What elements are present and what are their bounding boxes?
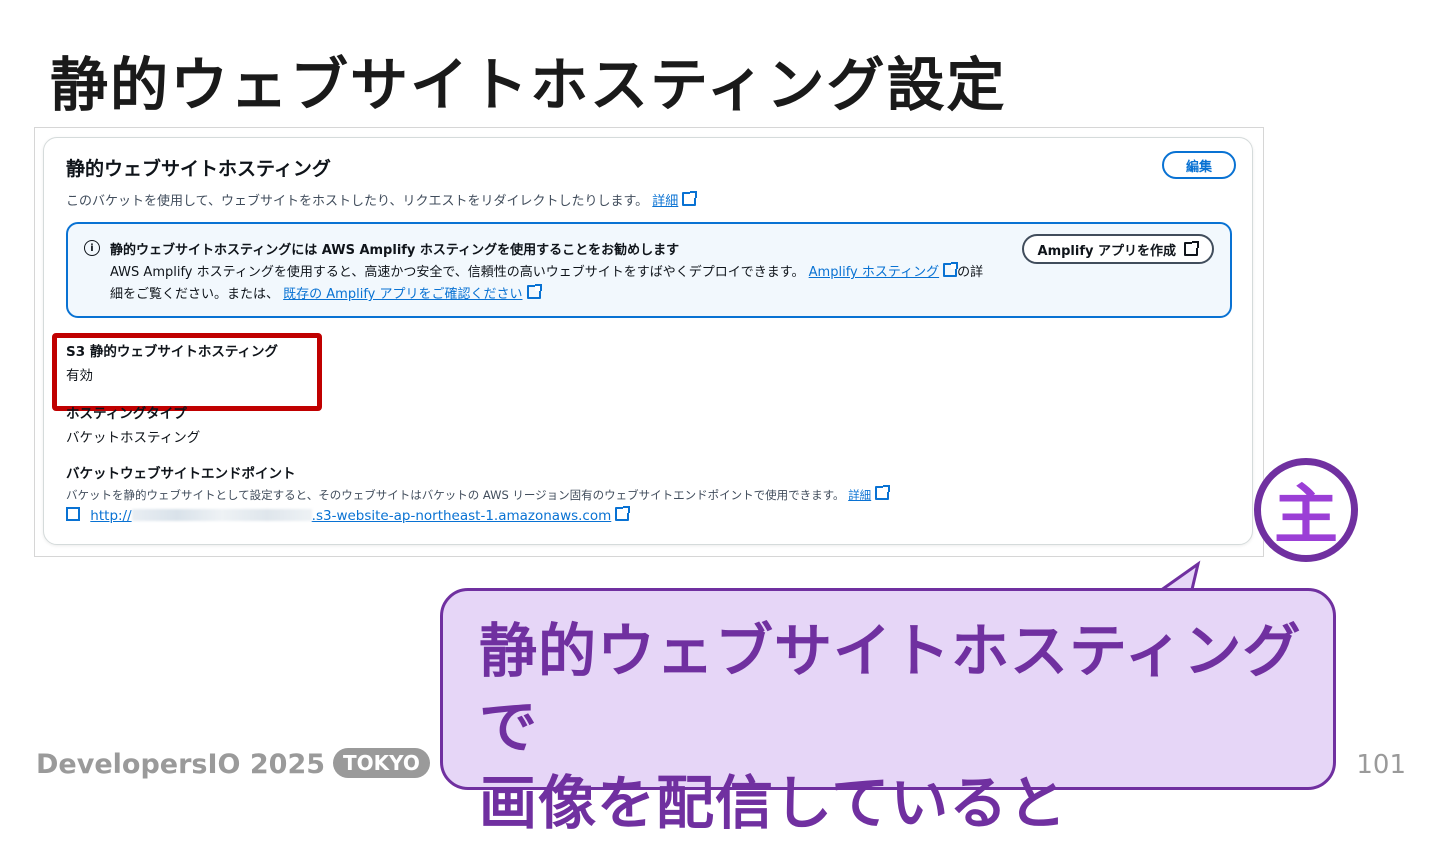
redacted-bucket-name xyxy=(131,509,312,521)
bubble-line-2: 画像を配信していると xyxy=(479,769,1068,837)
panel-title: 静的ウェブサイトホスティング xyxy=(66,158,331,180)
hosting-type-label: ホスティングタイプ xyxy=(66,406,187,422)
existing-apps-link-label: 既存の Amplify アプリをご確認ください xyxy=(283,287,523,302)
bubble-text: 静的ウェブサイトホスティングで 画像を配信していると xyxy=(479,613,1309,841)
static-hosting-panel: 静的ウェブサイトホスティング 編集 このバケットを使用して、ウェブサイトをホスト… xyxy=(43,137,1253,545)
external-link-icon xyxy=(682,191,698,206)
info-body-text-1: AWS Amplify ホスティングを使用すると、高速かつ安全で、信頼性の高いウ… xyxy=(110,265,805,280)
speech-bubble: 静的ウェブサイトホスティングで 画像を配信していると xyxy=(440,588,1336,837)
external-link-icon xyxy=(526,284,542,299)
screenshot-frame: 静的ウェブサイトホスティング 編集 このバケットを使用して、ウェブサイトをホスト… xyxy=(34,127,1264,557)
panel-description-text: このバケットを使用して、ウェブサイトをホストしたり、リクエストをリダイレクトした… xyxy=(66,194,649,209)
endpoint-url-suffix: .s3-website-ap-northeast-1.amazonaws.com xyxy=(311,508,612,524)
info-heading: 静的ウェブサイトホスティングには AWS Amplify ホスティングを使用する… xyxy=(110,243,680,258)
external-link-icon xyxy=(875,485,891,500)
highlight-box xyxy=(52,333,322,411)
amplify-hosting-link-label: Amplify ホスティング xyxy=(808,265,940,280)
brand-tag: TOKYO xyxy=(333,748,430,778)
panel-description: このバケットを使用して、ウェブサイトをホストしたり、リクエストをリダイレクトした… xyxy=(66,190,698,209)
external-link-icon xyxy=(615,506,631,521)
edit-button[interactable]: 編集 xyxy=(1162,151,1236,179)
info-body: AWS Amplify ホスティングを使用すると、高速かつ安全で、信頼性の高いウ… xyxy=(110,262,990,306)
page-number: 101 xyxy=(1356,750,1406,780)
create-amplify-app-button[interactable]: Amplify アプリを作成 xyxy=(1021,234,1214,264)
copy-icon[interactable] xyxy=(66,507,80,521)
endpoint-field: バケットウェブサイトエンドポイント バケットを静的ウェブサイトとして設定すると、… xyxy=(66,462,891,524)
endpoint-url-link[interactable]: http:// .s3-website-ap-northeast-1.amazon… xyxy=(90,506,631,524)
endpoint-note-text: バケットを静的ウェブサイトとして設定すると、そのウェブサイトはバケットの AWS… xyxy=(66,488,845,502)
endpoint-url-prefix: http:// xyxy=(90,508,132,524)
details-link[interactable]: 詳細 xyxy=(652,191,698,209)
endpoint-details-link[interactable]: 詳細 xyxy=(848,485,891,502)
external-link-icon xyxy=(943,262,959,277)
existing-amplify-apps-link[interactable]: 既存の Amplify アプリをご確認ください xyxy=(283,284,542,302)
endpoint-label: バケットウェブサイトエンドポイント xyxy=(66,466,296,482)
slide-title: 静的ウェブサイトホスティング設定 xyxy=(50,51,1007,119)
info-icon: i xyxy=(84,240,100,256)
footer-brand: DevelopersIO 2025 TOKYO xyxy=(36,748,430,780)
hosting-type-value: バケットホスティング xyxy=(66,430,201,446)
endpoint-details-link-label: 詳細 xyxy=(848,488,872,502)
speaker-badge: 主 xyxy=(1254,458,1358,562)
endpoint-note: バケットを静的ウェブサイトとして設定すると、そのウェブサイトはバケットの AWS… xyxy=(66,485,891,503)
brand-name: DevelopersIO 2025 xyxy=(36,749,326,780)
amplify-info-alert: i 静的ウェブサイトホスティングには AWS Amplify ホスティングを使用… xyxy=(66,222,1232,318)
details-link-label: 詳細 xyxy=(652,194,679,209)
endpoint-url-row: http:// .s3-website-ap-northeast-1.amazon… xyxy=(66,506,889,524)
create-amplify-app-label: Amplify アプリを作成 xyxy=(1037,243,1176,259)
external-link-icon xyxy=(1184,241,1199,256)
bubble-line-1: 静的ウェブサイトホスティングで xyxy=(479,617,1302,761)
amplify-hosting-link[interactable]: Amplify ホスティング xyxy=(808,262,959,280)
hosting-type-field: ホスティングタイプ バケットホスティング xyxy=(66,402,200,446)
